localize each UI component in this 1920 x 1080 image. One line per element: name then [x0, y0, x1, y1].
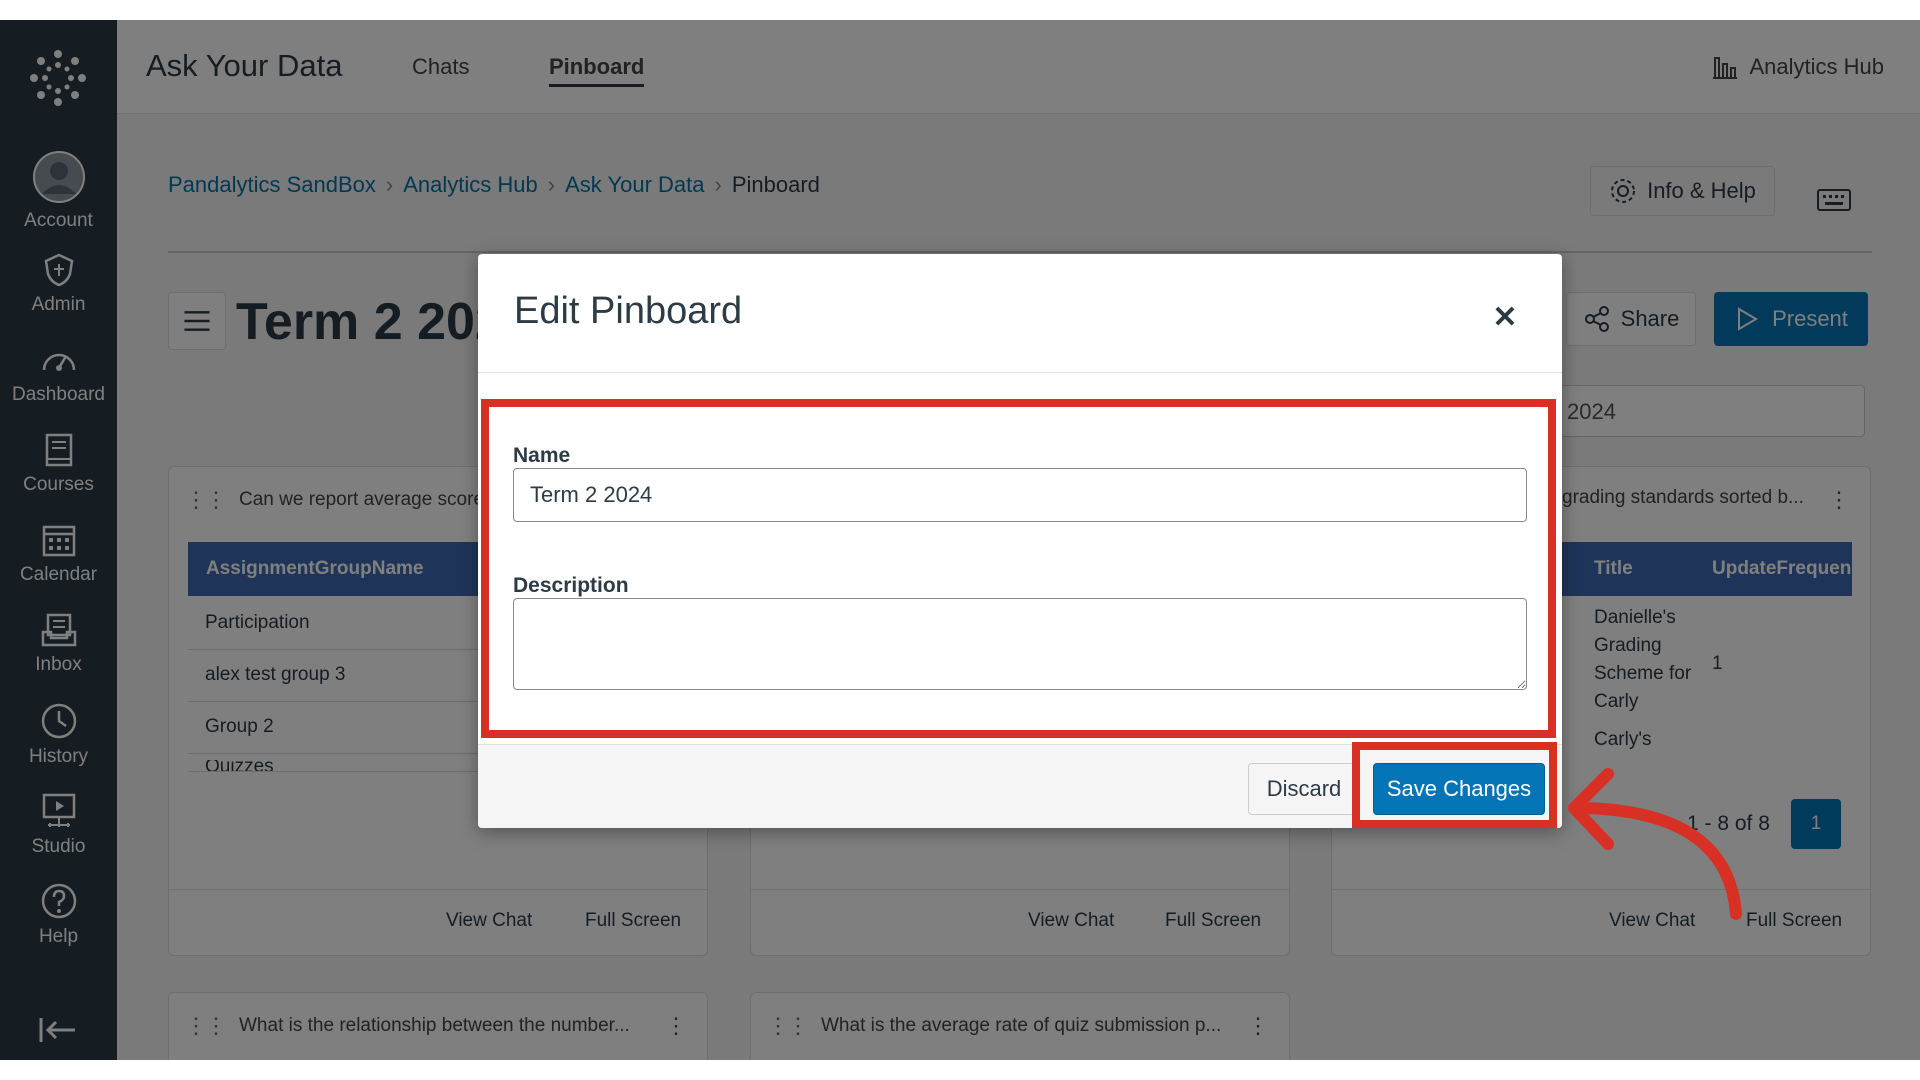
- save-highlight-box: [1352, 742, 1557, 828]
- discard-button[interactable]: Discard: [1248, 763, 1360, 815]
- modal-divider: [478, 372, 1562, 373]
- red-arrow-icon: [1568, 768, 1742, 920]
- app-frame: Account Admin Dashboard Courses Calendar…: [0, 20, 1920, 1060]
- modal-title: Edit Pinboard: [514, 290, 743, 332]
- close-x-icon[interactable]: ✕: [1485, 298, 1525, 338]
- form-highlight-box: [481, 399, 1556, 738]
